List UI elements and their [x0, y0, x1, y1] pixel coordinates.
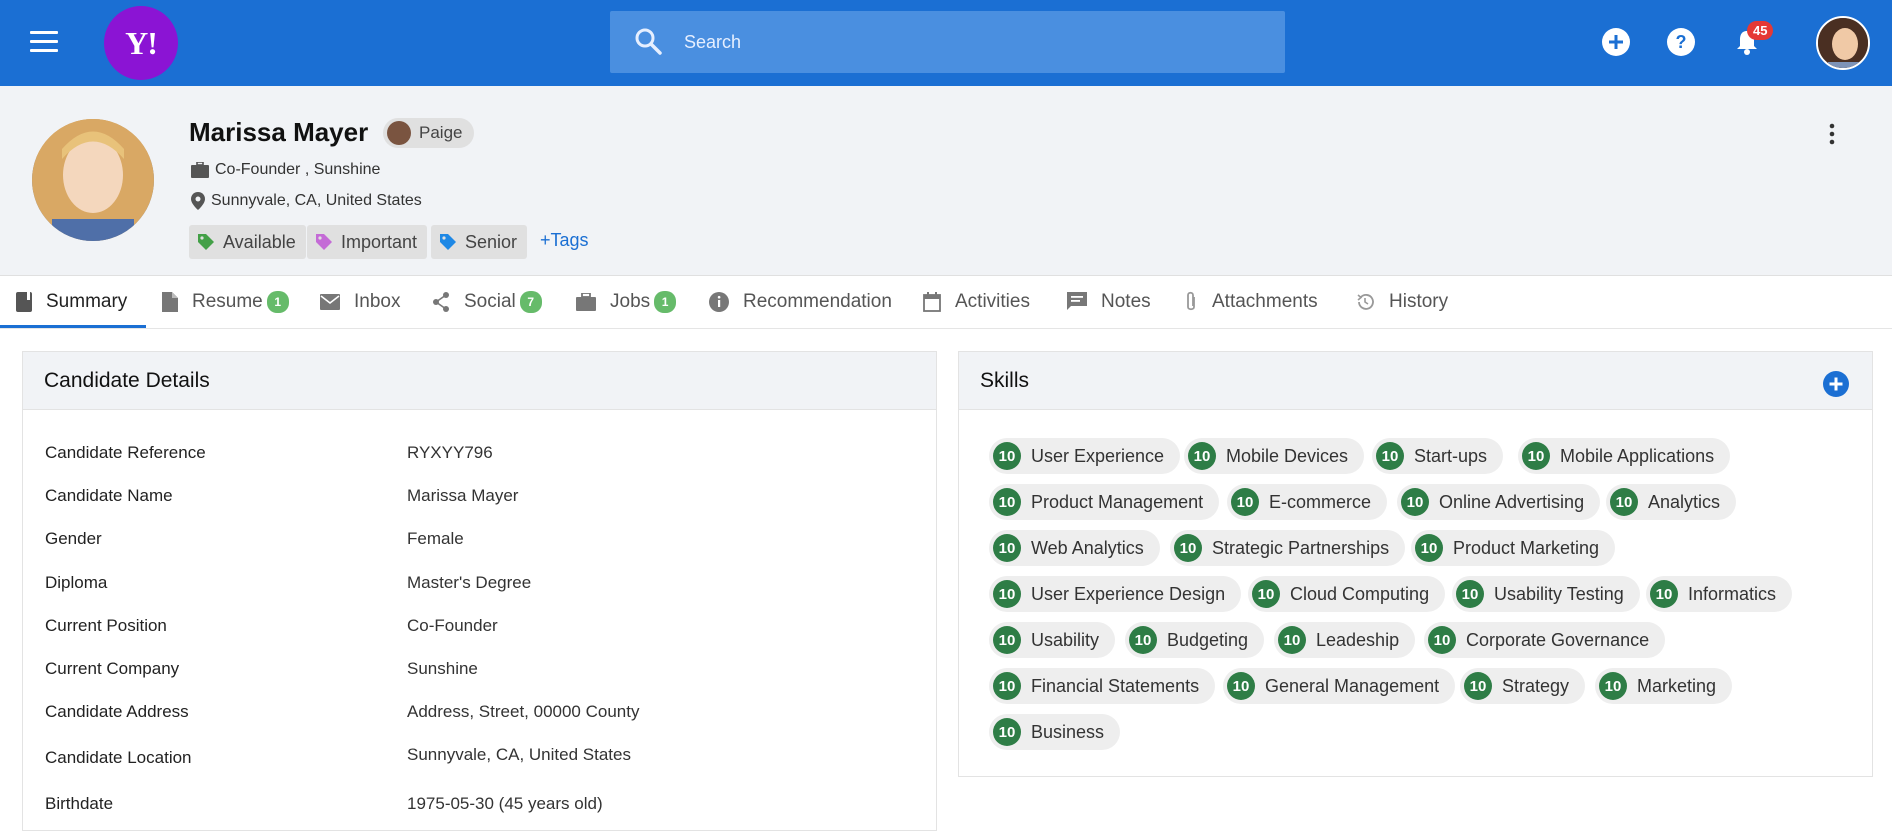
top-app-bar: Y! ? 45	[0, 0, 1892, 86]
skill-chip[interactable]: 10 Strategy	[1460, 668, 1586, 704]
skill-chip[interactable]: 10 Online Advertising	[1397, 484, 1601, 520]
location-text: Sunnyvale, CA, United States	[211, 192, 422, 209]
tab-summary[interactable]: Summary	[16, 277, 127, 327]
tab-resume[interactable]: Resume 1	[162, 277, 289, 327]
owner-chip[interactable]: Paige	[383, 118, 475, 148]
skill-chip[interactable]: 10 Mobile Devices	[1184, 438, 1365, 474]
skill-chip[interactable]: 10 Product Marketing	[1411, 530, 1616, 566]
add-circle-icon[interactable]	[1601, 27, 1631, 57]
skill-chip[interactable]: 10 User Experience Design	[989, 576, 1242, 612]
menu-icon[interactable]	[30, 31, 60, 55]
skill-chip[interactable]: 10 Product Management	[989, 484, 1220, 520]
tab-jobs[interactable]: Jobs 1	[576, 277, 677, 327]
candidate-name: Marissa Mayer	[189, 117, 369, 147]
tag-senior[interactable]: Senior	[431, 225, 528, 259]
active-tab-indicator	[0, 325, 146, 328]
skill-chip[interactable]: 10 General Management	[1223, 668, 1456, 704]
candidate-details-title: Candidate Details	[23, 352, 936, 410]
tab-inbox[interactable]: Inbox	[320, 277, 400, 327]
briefcase-icon	[576, 293, 596, 311]
help-icon[interactable]: ?	[1666, 27, 1696, 57]
skill-chip[interactable]: 10 Cloud Computing	[1248, 576, 1446, 612]
tag-icon	[440, 234, 456, 250]
skill-chip[interactable]: 10 Leadeship	[1274, 622, 1416, 658]
search-bar[interactable]	[610, 11, 1285, 73]
tab-activities[interactable]: Activities	[923, 277, 1030, 327]
notification-badge: 45	[1747, 21, 1774, 40]
owner-name: Paige	[419, 123, 463, 142]
skills-title: Skills	[959, 352, 1872, 410]
search-icon	[634, 27, 664, 57]
comment-icon	[1067, 292, 1087, 310]
add-tags-link[interactable]: +Tags	[540, 230, 589, 251]
tag-available[interactable]: Available	[189, 225, 306, 259]
skill-chip[interactable]: 10 Strategic Partnerships	[1170, 530, 1406, 566]
owner-avatar	[387, 121, 411, 145]
svg-text:?: ?	[1676, 32, 1687, 52]
history-icon	[1357, 294, 1374, 310]
candidate-details-panel: Candidate Details Candidate Reference RYX…	[22, 351, 937, 831]
location-pin-icon	[191, 192, 205, 210]
tab-social[interactable]: Social 7	[432, 277, 542, 327]
skill-chip[interactable]: 10 Mobile Applications	[1518, 438, 1731, 474]
more-vert-icon[interactable]	[1826, 120, 1838, 148]
tag-important[interactable]: Important	[307, 225, 428, 259]
share-icon	[433, 292, 449, 312]
paperclip-icon	[1187, 291, 1195, 311]
skill-chip[interactable]: 10 User Experience	[989, 438, 1181, 474]
search-input[interactable]	[684, 31, 1244, 53]
tag-icon	[316, 234, 332, 250]
mail-icon	[320, 294, 340, 310]
skill-chip[interactable]: 10 Usability Testing	[1452, 576, 1640, 612]
skill-chip[interactable]: 10 Business	[989, 714, 1121, 750]
tab-attachments[interactable]: Attachments	[1184, 277, 1318, 327]
tag-icon	[198, 234, 214, 250]
skill-chip[interactable]: 10 E-commerce	[1227, 484, 1388, 520]
skill-chip[interactable]: 10 Web Analytics	[989, 530, 1160, 566]
info-icon	[709, 292, 729, 312]
skill-chip[interactable]: 10 Financial Statements	[989, 668, 1216, 704]
position-line: Co-Founder , Sunshine	[191, 161, 380, 179]
tab-history[interactable]: History	[1355, 277, 1448, 327]
candidate-profile-header: Marissa Mayer Paige Co-Founder , Sunshin…	[0, 86, 1892, 276]
skill-chip[interactable]: 10 Start-ups	[1372, 438, 1504, 474]
book-icon	[16, 292, 32, 312]
skill-chip[interactable]: 10 Marketing	[1595, 668, 1733, 704]
user-avatar[interactable]	[1816, 16, 1870, 70]
skill-chip[interactable]: 10 Corporate Governance	[1424, 622, 1666, 658]
skill-chip[interactable]: 10 Usability	[989, 622, 1116, 658]
skill-chip[interactable]: 10 Budgeting	[1125, 622, 1265, 658]
document-icon	[162, 292, 178, 312]
profile-tabs: Summary Resume 1 Inbox Social 7 Jobs 1 Reco…	[0, 277, 1892, 329]
skills-panel: Skills 10 User Experience 10 Mobile Device…	[958, 351, 1873, 777]
yahoo-logo[interactable]: Y!	[104, 6, 178, 80]
tab-notes[interactable]: Notes	[1067, 277, 1151, 327]
skill-chip[interactable]: 10 Analytics	[1606, 484, 1737, 520]
candidate-photo	[32, 119, 154, 241]
skill-chip[interactable]: 10 Informatics	[1646, 576, 1793, 612]
tab-recommendation[interactable]: Recommendation	[709, 277, 892, 327]
add-skill-icon[interactable]	[1822, 370, 1850, 398]
calendar-icon	[923, 292, 941, 312]
position-text: Co-Founder , Sunshine	[215, 161, 381, 178]
location-line: Sunnyvale, CA, United States	[191, 192, 422, 210]
briefcase-icon	[191, 162, 209, 178]
